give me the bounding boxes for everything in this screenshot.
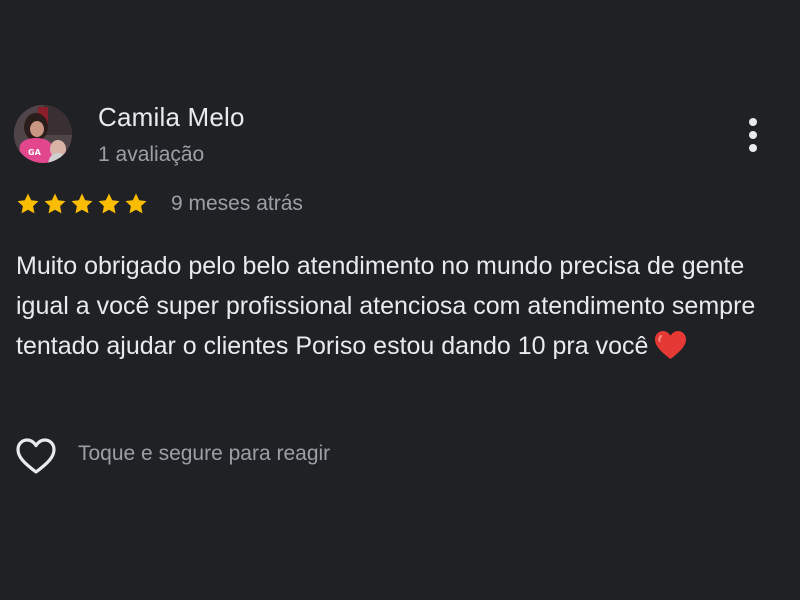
star-icon (70, 192, 94, 216)
star-icon (43, 192, 67, 216)
avatar-photo: GA (14, 105, 72, 163)
review-date: 9 meses atrás (171, 192, 303, 215)
star-icon (97, 192, 121, 216)
star-icon (124, 192, 148, 216)
review-card: GA Camila Melo 1 avaliação 9 meses atrás (0, 0, 800, 600)
reviewer-name[interactable]: Camila Melo (98, 102, 245, 133)
red-heart-emoji-icon (654, 330, 687, 360)
rating-stars (16, 192, 148, 218)
card-bottom-area (0, 508, 800, 600)
review-text: Muito obrigado pelo belo atendimento no … (16, 246, 791, 366)
react-heart-button[interactable] (14, 436, 58, 476)
heart-outline-icon (16, 438, 56, 474)
svg-text:GA: GA (28, 148, 42, 157)
star-icon (16, 192, 40, 216)
react-hint-label[interactable]: Toque e segure para reagir (78, 442, 330, 466)
reviewer-avatar[interactable]: GA (14, 105, 72, 163)
reviewer-review-count: 1 avaliação (98, 143, 205, 166)
more-options-button[interactable] (738, 114, 768, 158)
more-vertical-icon (749, 118, 757, 152)
review-body: Muito obrigado pelo belo atendimento no … (16, 252, 756, 360)
